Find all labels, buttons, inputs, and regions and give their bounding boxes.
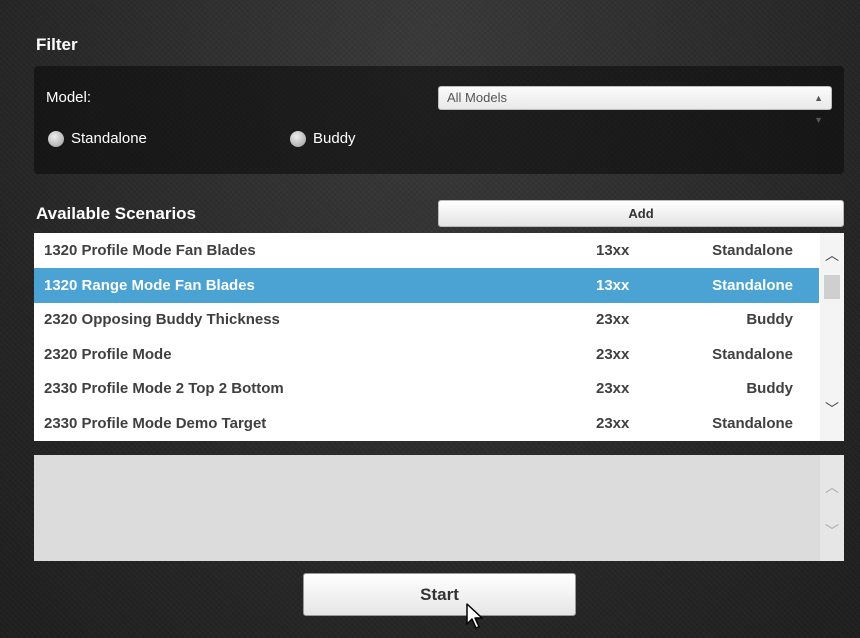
add-button[interactable]: Add bbox=[438, 200, 844, 227]
scenario-model: 23xx bbox=[596, 311, 630, 329]
scrollbar-thumb[interactable] bbox=[824, 275, 840, 299]
filter-title: Filter bbox=[36, 35, 78, 54]
radio-standalone[interactable]: Standalone bbox=[48, 130, 147, 147]
scenario-list[interactable]: 1320 Profile Mode Fan Blades 13xx Standalo… bbox=[34, 233, 844, 441]
chevron-up-icon[interactable]: ︿ bbox=[824, 247, 840, 263]
model-label: Model: bbox=[46, 89, 92, 106]
chevron-down-icon[interactable]: ﹀ bbox=[824, 401, 840, 417]
description-text bbox=[34, 455, 844, 467]
scenario-type: Buddy bbox=[746, 311, 793, 329]
scenario-type: Standalone bbox=[712, 415, 793, 432]
scenario-row[interactable]: 1320 Range Mode Fan Blades 13xx Standalone bbox=[34, 267, 819, 303]
scenario-row[interactable]: 2320 Profile Mode 23xx Standalone bbox=[34, 337, 819, 372]
scenario-type: Standalone bbox=[712, 276, 793, 294]
scenario-model: 13xx bbox=[596, 242, 630, 259]
mouse-pointer-icon bbox=[466, 603, 483, 629]
model-select-value: All Models bbox=[447, 90, 507, 105]
scenario-model: 23xx bbox=[596, 415, 630, 432]
scenario-model: 23xx bbox=[596, 380, 630, 398]
scenario-name: 1320 Profile Mode Fan Blades bbox=[44, 242, 256, 259]
scenario-description: ︿ ﹀ bbox=[34, 455, 844, 561]
updown-arrows-icon: ▲ ▼ bbox=[814, 93, 823, 125]
scenario-name: 1320 Range Mode Fan Blades bbox=[44, 276, 255, 294]
scenario-type: Standalone bbox=[712, 242, 793, 259]
scenario-row[interactable]: 2330 Profile Mode 2 Top 2 Bottom 23xx Budd… bbox=[34, 371, 819, 406]
scenario-name: 2330 Profile Mode Demo Target bbox=[44, 415, 267, 432]
description-scrollbar[interactable]: ︿ ﹀ bbox=[820, 455, 844, 561]
scenario-model: 13xx bbox=[596, 276, 630, 294]
radio-buddy-label: Buddy bbox=[313, 130, 356, 147]
start-button[interactable]: Start bbox=[303, 573, 576, 616]
scenario-row[interactable]: 1320 Profile Mode Fan Blades 13xx Standalo… bbox=[34, 233, 819, 268]
chevron-up-icon[interactable]: ︿ bbox=[824, 479, 840, 495]
radio-standalone-label: Standalone bbox=[71, 130, 147, 147]
scenario-row[interactable]: 2330 Profile Mode Demo Target 23xx Standal… bbox=[34, 406, 819, 441]
radio-button-icon bbox=[290, 130, 306, 147]
scenarios-title: Available Scenarios bbox=[36, 204, 197, 223]
scenario-name: 2320 Profile Mode bbox=[44, 345, 172, 363]
radio-buddy[interactable]: Buddy bbox=[290, 130, 356, 147]
scenario-row[interactable]: 2320 Opposing Buddy Thickness 23xx Buddy bbox=[34, 302, 819, 337]
scenario-type: Standalone bbox=[712, 345, 793, 363]
chevron-down-icon[interactable]: ﹀ bbox=[824, 523, 840, 539]
scenario-list-scrollbar[interactable]: ︿ ﹀ bbox=[820, 233, 844, 441]
scenario-model: 23xx bbox=[596, 345, 630, 363]
scenario-type: Buddy bbox=[746, 380, 793, 398]
scenario-name: 2320 Opposing Buddy Thickness bbox=[44, 311, 280, 329]
scenario-name: 2330 Profile Mode 2 Top 2 Bottom bbox=[44, 380, 284, 398]
filter-panel bbox=[34, 66, 844, 174]
model-select[interactable]: All Models ▲ ▼ bbox=[438, 86, 832, 125]
radio-button-icon bbox=[48, 130, 64, 147]
